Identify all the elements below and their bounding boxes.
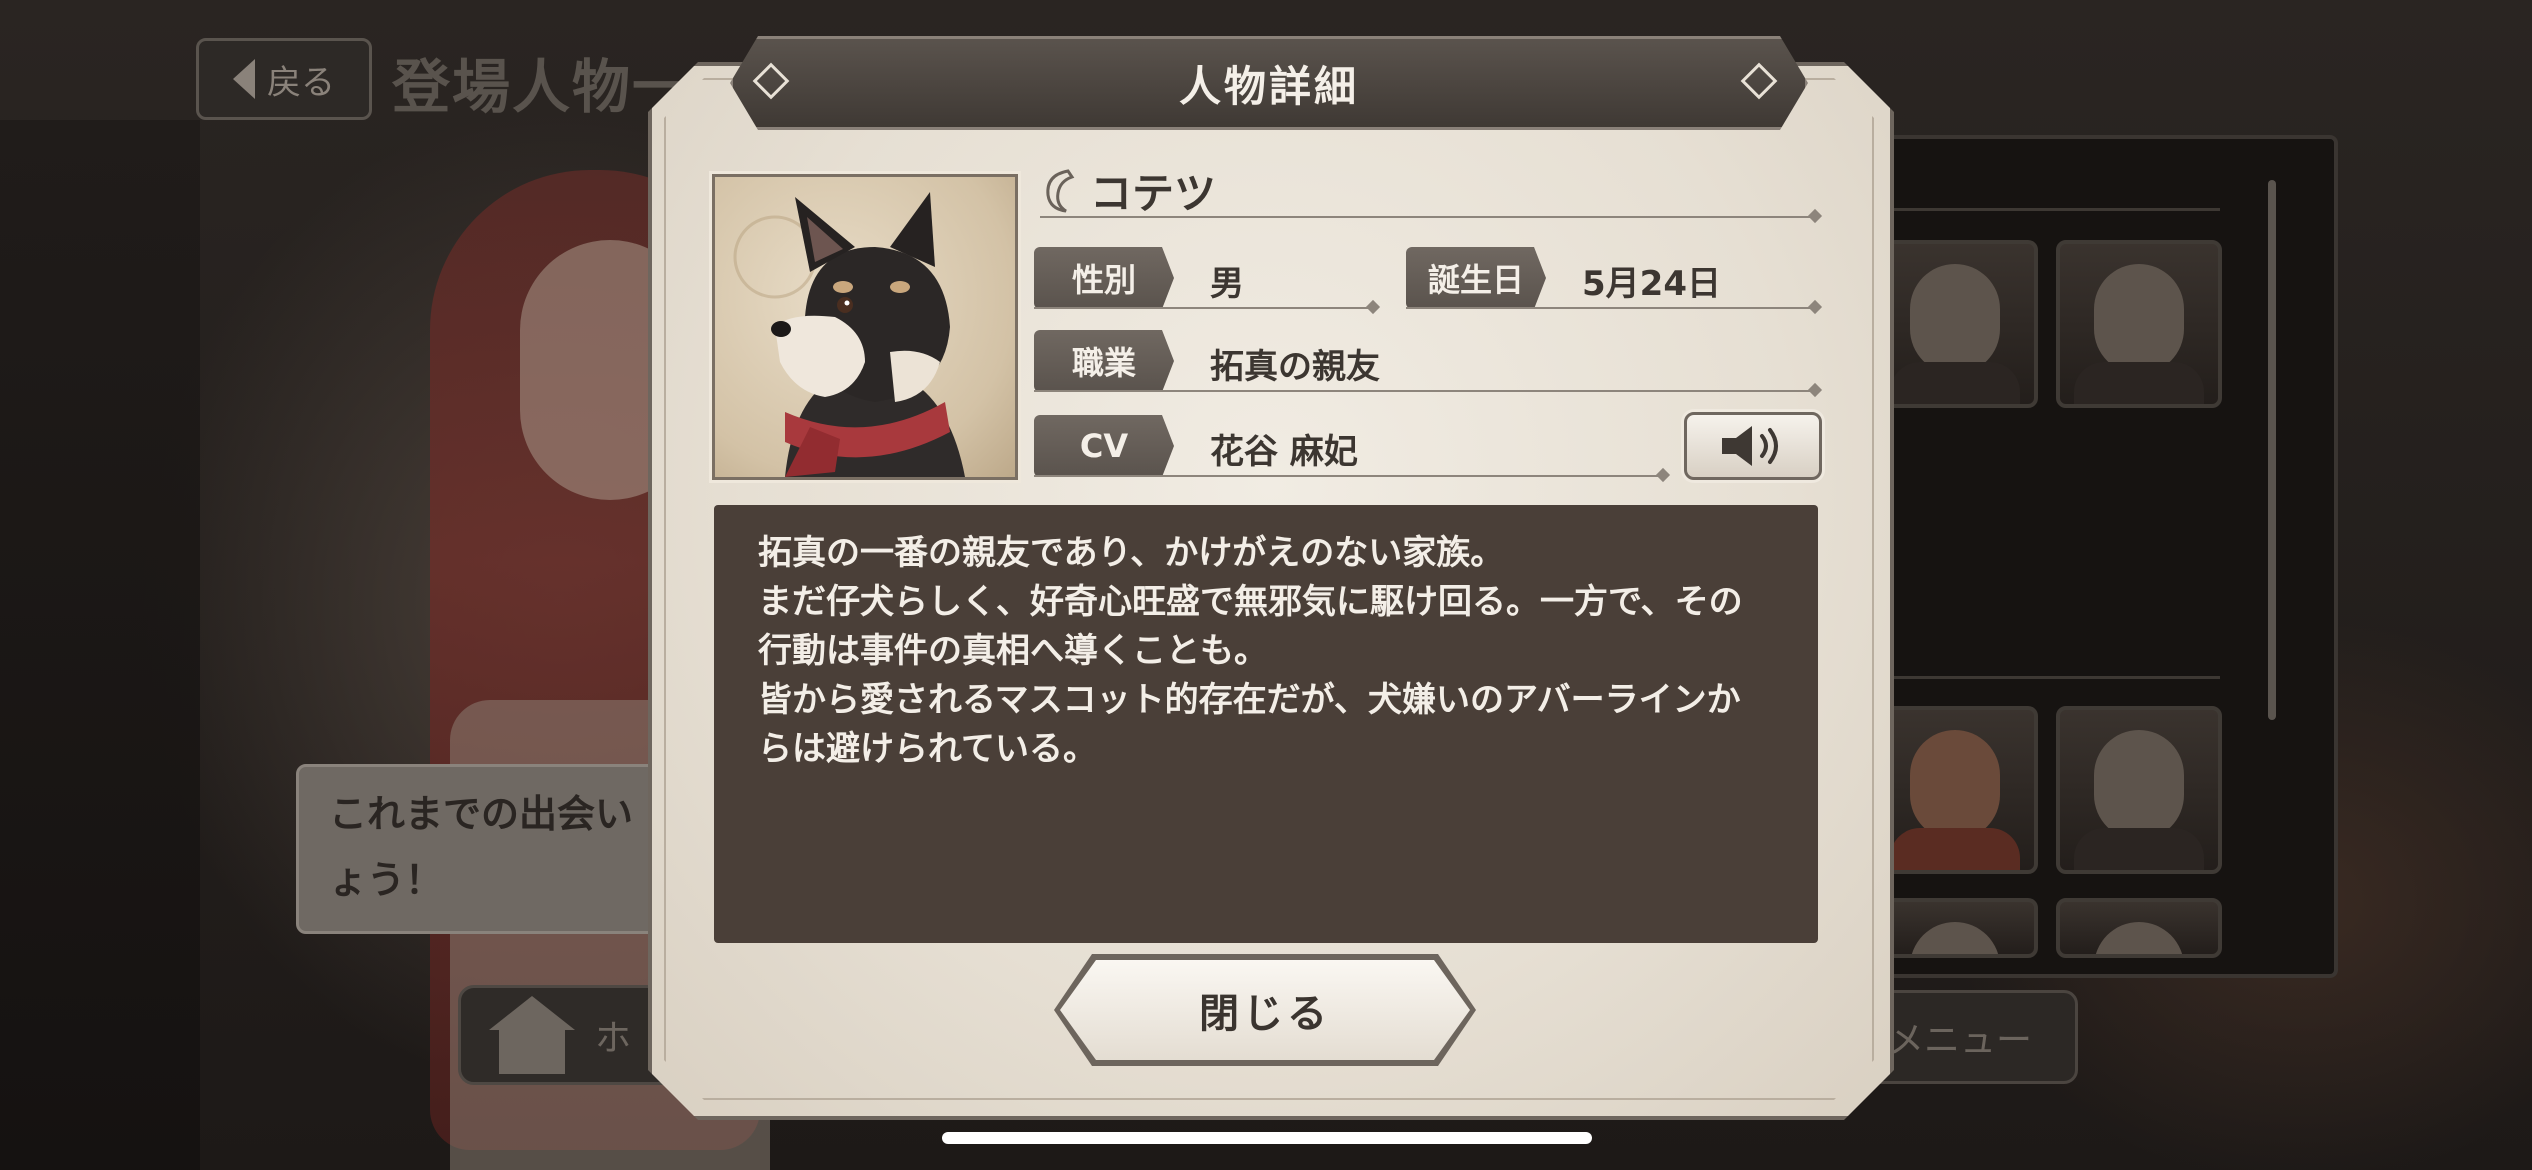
dialog-title: 人物詳細 <box>1178 61 1359 111</box>
description-line: 行動は事件の真相へ導くことも。 <box>758 631 1268 671</box>
character-thumbnail[interactable] <box>2056 240 2222 408</box>
back-button-label: 戻る <box>267 62 335 103</box>
gender-value: 男 <box>1210 264 1244 304</box>
description-line: らは避けられている。 <box>758 729 1097 769</box>
character-thumbnail[interactable] <box>2056 706 2222 874</box>
birthday-label: 誕生日 <box>1406 247 1546 309</box>
character-portrait <box>712 174 1018 480</box>
description-line: 皆から愛されるマスコット的存在だが、犬嫌いのアバーラインか <box>758 680 1741 720</box>
home-button-label: ホ <box>595 1018 632 1059</box>
gender-label: 性別 <box>1034 247 1174 309</box>
character-thumbnail[interactable] <box>1872 898 2038 958</box>
birthday-value: 5月24日 <box>1582 264 1721 304</box>
list-divider <box>1880 676 2220 679</box>
dialog-title-bar: 人物詳細 <box>730 36 1808 130</box>
occupation-label: 職業 <box>1034 330 1174 392</box>
back-arrow-icon <box>233 59 255 99</box>
description-line: まだ仔犬らしく、好奇心旺盛で無邪気に駆け回る。一方で、その <box>758 582 1743 622</box>
house-icon <box>489 996 575 1074</box>
speech-line: これまでの出会い <box>329 792 634 836</box>
screen-title: 登場人物一 <box>392 53 693 121</box>
description-line: 拓真の一番の親友であり、かけがえのない家族。 <box>758 533 1505 573</box>
voice-play-button[interactable] <box>1684 412 1822 480</box>
close-button-label: 閉じる <box>1199 991 1331 1037</box>
speech-line: ょう！ <box>329 858 444 902</box>
field-underline <box>1034 475 1664 477</box>
list-divider <box>1880 208 2220 211</box>
field-underline <box>1034 307 1374 309</box>
menu-button-label: メニュー <box>1887 1020 2032 1061</box>
occupation-value: 拓真の親友 <box>1210 347 1380 387</box>
speech-bubble: これまでの出会い ょう！ <box>296 764 676 934</box>
field-underline <box>1406 307 1816 309</box>
character-name-row: コテツ <box>1038 160 1216 221</box>
speaker-icon <box>1722 426 1778 466</box>
character-name: コテツ <box>1090 169 1217 218</box>
close-button[interactable]: 閉じる <box>1060 960 1470 1060</box>
character-description: 拓真の一番の親友であり、かけがえのない家族。 まだ仔犬らしく、好奇心旺盛で無邪気… <box>714 505 1818 943</box>
home-button[interactable]: ホ <box>458 985 678 1085</box>
list-scrollbar[interactable] <box>2268 180 2276 720</box>
background-shelf <box>0 120 200 1170</box>
character-thumbnail[interactable] <box>2056 898 2222 958</box>
cv-value: 花谷 麻妃 <box>1210 432 1358 472</box>
field-underline <box>1034 390 1814 392</box>
character-thumbnail[interactable] <box>1872 240 2038 408</box>
home-indicator-bar[interactable] <box>942 1132 1592 1144</box>
name-underline <box>1040 216 1815 218</box>
cv-label: CV <box>1034 415 1174 477</box>
leaf-ornament-icon <box>1046 168 1075 212</box>
dog-portrait-image <box>733 192 965 477</box>
character-thumbnail[interactable] <box>1872 706 2038 874</box>
back-button[interactable]: 戻る <box>196 38 372 120</box>
